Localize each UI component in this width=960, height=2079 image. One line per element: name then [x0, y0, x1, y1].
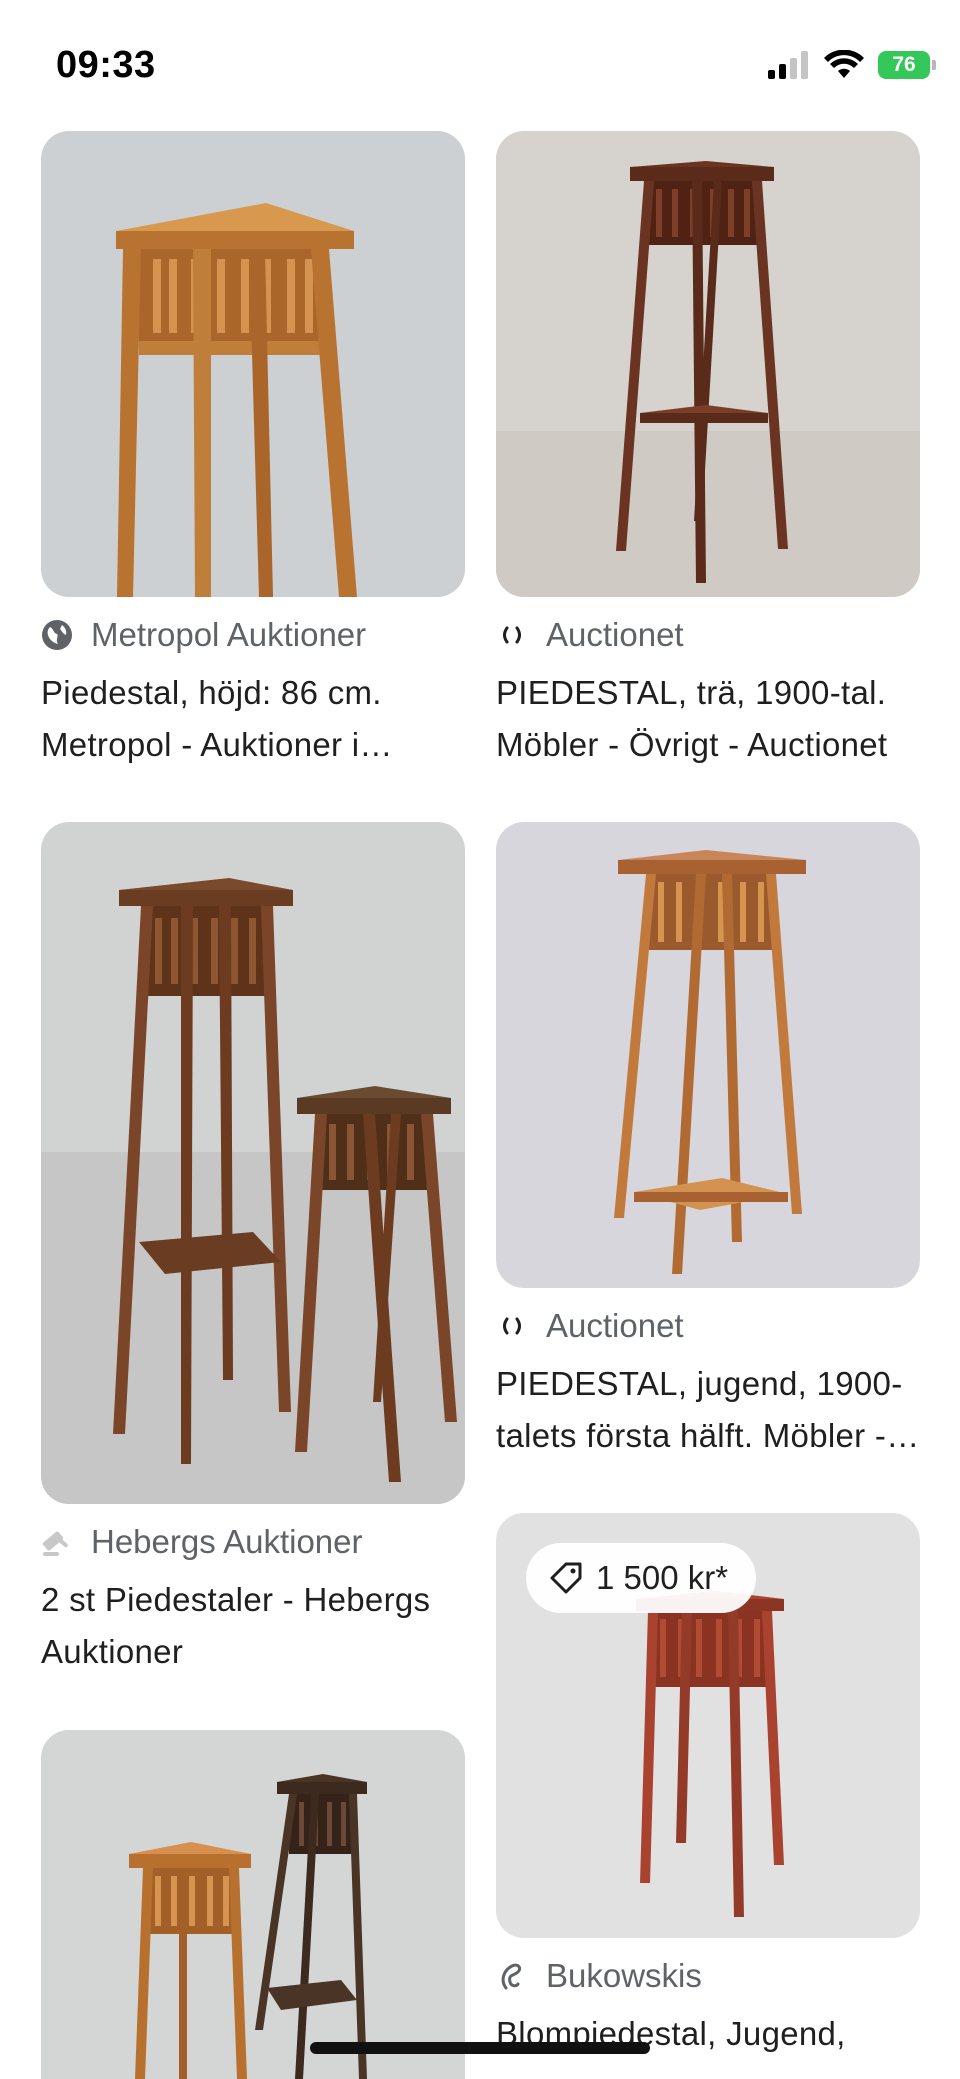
source-row[interactable]: Bukowskis — [496, 1954, 920, 1998]
result-card[interactable]: Hebergs Auktioner 2 st Piedestaler - Heb… — [41, 822, 465, 1678]
result-thumbnail[interactable]: 1 500 kr* — [496, 1513, 920, 1938]
result-title[interactable]: PIEDESTAL, trä, 1900-tal. Möbler - Övrig… — [496, 667, 920, 771]
result-card[interactable] — [41, 1730, 465, 2079]
result-card[interactable]: Auctionet PIEDESTAL, trä, 1900-tal. Möbl… — [496, 131, 920, 771]
hebergs-logo-icon — [41, 1526, 73, 1558]
result-thumbnail[interactable] — [41, 131, 465, 597]
status-bar: 09:33 76 — [0, 0, 960, 120]
result-thumbnail[interactable] — [496, 131, 920, 597]
auctionet-logo-icon — [496, 619, 528, 651]
result-card[interactable]: 1 500 kr* Bukowskis Blompiedestal, Jugen… — [496, 1513, 920, 2060]
result-title[interactable]: 2 st Piedestaler - Hebergs Auktioner — [41, 1574, 465, 1678]
source-name: Bukowskis — [546, 1957, 702, 1994]
home-indicator[interactable] — [310, 2042, 650, 2054]
result-card[interactable]: Auctionet PIEDESTAL, jugend, 1900-talets… — [496, 822, 920, 1462]
globe-icon — [41, 619, 73, 651]
result-thumbnail[interactable] — [496, 822, 920, 1288]
auctionet-logo-icon — [496, 1310, 528, 1342]
source-name: Hebergs Auktioner — [91, 1523, 363, 1560]
cellular-signal-icon — [768, 51, 808, 79]
result-thumbnail[interactable] — [41, 1730, 465, 2079]
source-row[interactable]: Auctionet — [496, 1304, 920, 1348]
result-title[interactable]: Piedestal, höjd: 86 cm. Metropol - Aukti… — [41, 667, 465, 771]
result-title[interactable]: PIEDESTAL, jugend, 1900-talets första hä… — [496, 1358, 920, 1462]
source-row[interactable]: Hebergs Auktioner — [41, 1520, 465, 1564]
price-tag-icon — [550, 1562, 582, 1594]
source-row[interactable]: Auctionet — [496, 613, 920, 657]
source-name: Auctionet — [546, 1307, 684, 1344]
price-label: 1 500 kr* — [596, 1559, 729, 1596]
source-name: Auctionet — [546, 616, 684, 653]
source-row[interactable]: Metropol Auktioner — [41, 613, 465, 657]
price-badge[interactable]: 1 500 kr* — [526, 1543, 757, 1613]
battery-level: 76 — [892, 53, 916, 76]
bukowskis-logo-icon — [496, 1960, 528, 1992]
source-name: Metropol Auktioner — [91, 616, 367, 653]
battery-icon: 76 — [878, 51, 936, 79]
result-card[interactable]: Metropol Auktioner Piedestal, höjd: 86 c… — [41, 131, 465, 771]
wifi-icon — [824, 50, 864, 78]
status-time: 09:33 — [56, 44, 156, 86]
result-thumbnail[interactable] — [41, 822, 465, 1504]
status-icons: 76 — [768, 50, 936, 80]
